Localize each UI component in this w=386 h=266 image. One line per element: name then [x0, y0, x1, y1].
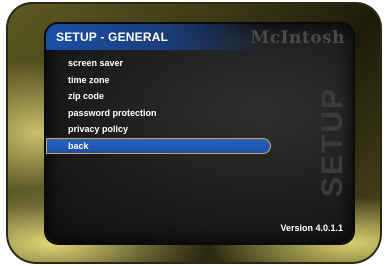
setup-screen: SETUP - GENERAL McIntosh screen saver ti… — [46, 24, 353, 243]
menu-item-back[interactable]: back — [46, 137, 271, 154]
setup-watermark: SETUP — [316, 82, 349, 202]
menu-item-screen-saver[interactable]: screen saver — [46, 55, 271, 72]
menu-item-password-protection[interactable]: password protection — [46, 105, 271, 122]
version-label: Version 4.0.1.1 — [280, 223, 343, 233]
mcintosh-logo: McIntosh — [250, 28, 345, 48]
menu-item-time-zone[interactable]: time zone — [46, 72, 271, 89]
device-frame: SETUP - GENERAL McIntosh screen saver ti… — [6, 2, 382, 264]
menu-item-privacy-policy[interactable]: privacy policy — [46, 121, 271, 138]
setup-menu: screen saver time zone zip code password… — [46, 55, 271, 154]
title-bar: SETUP - GENERAL — [46, 24, 266, 50]
menu-item-zip-code[interactable]: zip code — [46, 88, 271, 105]
setup-watermark-text: SETUP — [316, 86, 349, 198]
page-title: SETUP - GENERAL — [56, 30, 169, 44]
